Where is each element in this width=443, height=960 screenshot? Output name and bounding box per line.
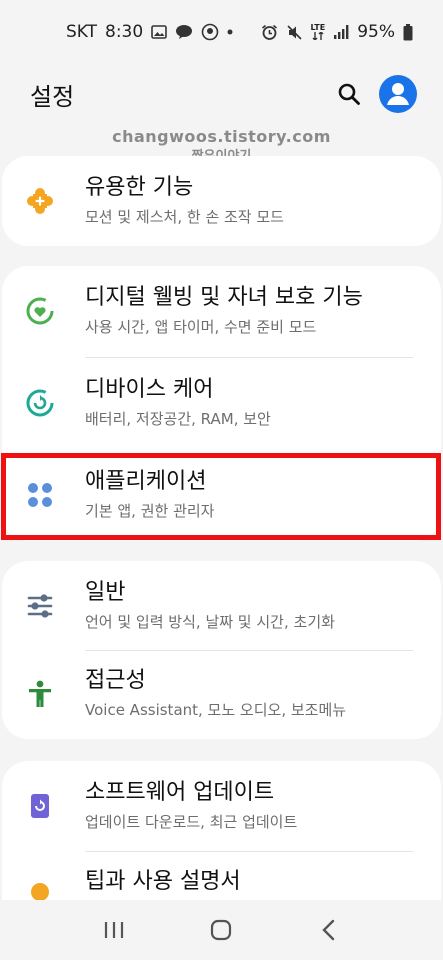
- settings-item-general[interactable]: 일반 언어 및 입력 방식, 날짜 및 시간, 초기화: [2, 561, 441, 651]
- home-icon: [211, 919, 232, 941]
- back-icon: [322, 919, 335, 941]
- software-update-icon: [24, 790, 56, 822]
- more-notifications-dot-icon: [227, 29, 233, 35]
- settings-group-1: 유용한 기능 모션 및 제스처, 한 손 조작 모드: [2, 156, 441, 246]
- item-title: 접근성: [85, 668, 146, 693]
- talk-notification-icon: [175, 24, 193, 40]
- lte-label: LTE: [310, 23, 326, 32]
- settings-item-software-update[interactable]: 소프트웨어 업데이트 업데이트 다운로드, 최근 업데이트: [2, 761, 441, 851]
- wellbeing-icon: [24, 295, 56, 327]
- account-avatar[interactable]: [379, 75, 417, 113]
- highlight-box: [1, 453, 441, 540]
- signal-icon: [333, 24, 349, 40]
- back-button[interactable]: [309, 910, 349, 950]
- watermark-url: changwoos.tistory.com: [112, 127, 331, 146]
- settings-item-advanced-features[interactable]: 유용한 기능 모션 및 제스처, 한 손 조작 모드: [2, 156, 441, 246]
- item-subtitle: Voice Assistant, 모노 오디오, 보조메뉴: [85, 701, 347, 719]
- item-subtitle: 모션 및 제스처, 한 손 조작 모드: [85, 208, 284, 226]
- settings-group-3: 일반 언어 및 입력 방식, 날짜 및 시간, 초기화 접근성 Voice As…: [2, 561, 441, 739]
- gallery-notification-icon: [151, 25, 168, 39]
- item-title: 소프트웨어 업데이트: [85, 780, 275, 805]
- item-title: 팁과 사용 설명서: [85, 869, 241, 894]
- clock: 8:30: [105, 22, 144, 42]
- item-subtitle: 사용 시간, 앱 타이머, 수면 준비 모드: [85, 318, 317, 336]
- lte-icon: LTE: [310, 23, 326, 40]
- settings-item-device-care[interactable]: 디바이스 케어 배터리, 저장공간, RAM, 보안: [2, 358, 441, 448]
- location-notification-icon: [201, 23, 219, 41]
- item-title: 디지털 웰빙 및 자녀 보호 기능: [85, 285, 363, 310]
- battery-percent: 95%: [357, 22, 395, 42]
- accessibility-icon: [24, 678, 56, 710]
- search-icon[interactable]: [337, 82, 361, 106]
- header-actions: [337, 75, 417, 113]
- status-right: LTE 95%: [261, 22, 414, 42]
- settings-header: 설정: [0, 64, 443, 124]
- item-subtitle: 언어 및 입력 방식, 날짜 및 시간, 초기화: [85, 613, 335, 631]
- item-title: 일반: [85, 580, 126, 605]
- carrier-label: SKT: [66, 22, 98, 42]
- item-title: 유용한 기능: [85, 175, 194, 200]
- recent-apps-button[interactable]: [94, 910, 134, 950]
- sliders-icon: [24, 590, 56, 622]
- navigation-bar: [0, 900, 443, 960]
- page-title: 설정: [30, 82, 75, 111]
- home-button[interactable]: [201, 910, 241, 950]
- item-title: 디바이스 케어: [85, 377, 214, 402]
- recents-icon: [104, 922, 123, 938]
- battery-icon: [403, 23, 413, 41]
- status-left: SKT 8:30: [66, 22, 233, 42]
- settings-item-digital-wellbeing[interactable]: 디지털 웰빙 및 자녀 보호 기능 사용 시간, 앱 타이머, 수면 준비 모드: [2, 266, 441, 356]
- item-subtitle: 배터리, 저장공간, RAM, 보안: [85, 410, 271, 428]
- alarm-icon: [261, 24, 278, 41]
- person-icon: [387, 83, 409, 105]
- puzzle-icon: [24, 185, 56, 217]
- mute-icon: [286, 24, 303, 41]
- device-care-icon: [24, 387, 56, 419]
- status-bar: SKT 8:30 LTE 95%: [0, 0, 443, 64]
- settings-item-accessibility[interactable]: 접근성 Voice Assistant, 모노 오디오, 보조메뉴: [2, 649, 441, 739]
- item-subtitle: 업데이트 다운로드, 최근 업데이트: [85, 813, 298, 831]
